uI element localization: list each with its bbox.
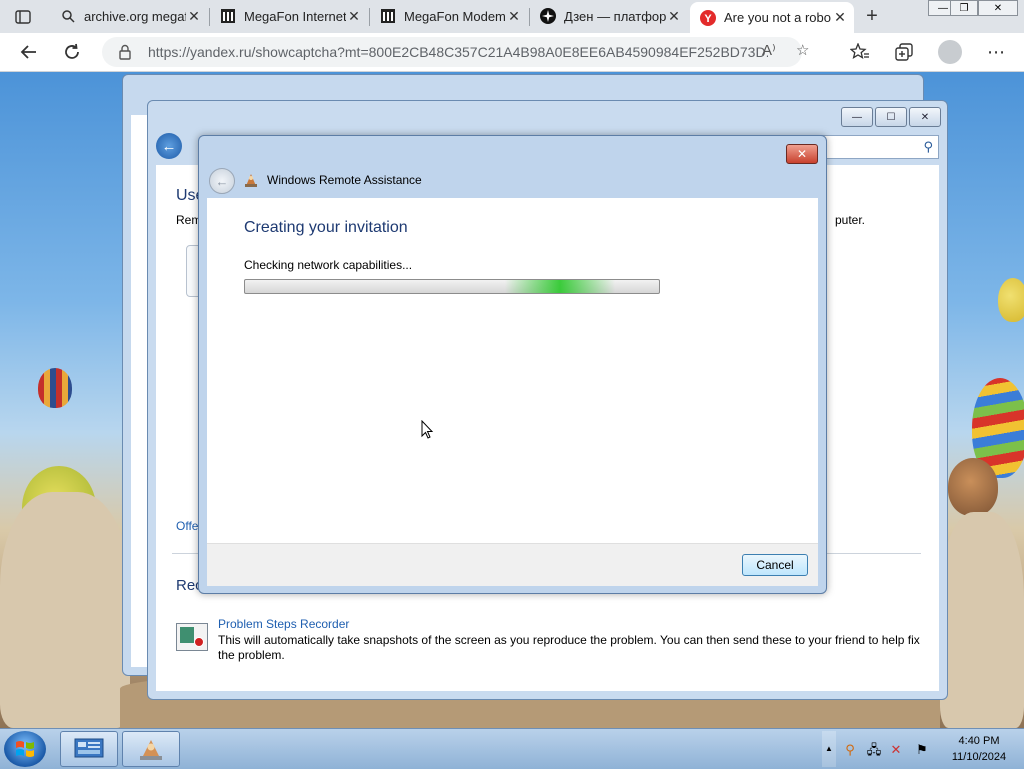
close-tab-icon[interactable]: ✕ (186, 8, 202, 25)
remote-assistance-icon (243, 172, 259, 188)
restore-icon[interactable]: ❐ (950, 0, 978, 16)
add-favorite-icon[interactable]: ☆ (796, 41, 809, 59)
search-icon (60, 8, 76, 24)
taskbar-remote-assistance[interactable] (122, 731, 180, 767)
start-button[interactable] (4, 731, 46, 767)
svg-text:Y: Y (704, 13, 712, 25)
volume-muted-icon[interactable]: ✕ (888, 742, 904, 758)
dialog-heading: Creating your invitation (244, 219, 408, 236)
maximize-icon[interactable]: ☐ (875, 107, 907, 127)
search-icon[interactable]: ⚲ (923, 139, 933, 155)
clock-date: 11/10/2024 (951, 751, 1007, 763)
minimize-icon[interactable]: — (841, 107, 873, 127)
close-tab-icon[interactable]: ✕ (346, 8, 362, 25)
rock-formation (940, 512, 1024, 728)
address-bar[interactable]: https://yandex.ru/showcaptcha?mt=800E2CB… (102, 37, 809, 67)
problem-steps-recorder-link[interactable]: Problem Steps Recorder (218, 617, 349, 631)
balloon-image (998, 278, 1024, 322)
mouse-cursor-icon (421, 420, 434, 439)
record-dot (194, 637, 204, 647)
tab-label: MegaFon Internet (244, 8, 346, 24)
new-tab-button[interactable]: + (860, 4, 884, 28)
taskbar-control-panel[interactable] (60, 731, 118, 767)
tab-megafon-internet[interactable]: MegaFon Internet ✕ (210, 2, 368, 30)
window-controls: — ☐ ✕ (841, 107, 941, 127)
back-arrow-icon[interactable]: ← (156, 133, 182, 159)
tab-actions-icon[interactable] (10, 6, 36, 28)
action-center-flag-icon[interactable]: ⚑ (914, 742, 930, 758)
tab-archive-search[interactable]: archive.org megafo ✕ (50, 2, 208, 30)
scroll-up-icon[interactable]: ▲ (822, 731, 836, 767)
dzen-icon (540, 8, 556, 24)
system-tray: ▲ ⚲ 🖧 ✕ ⚑ 4:40 PM 11/10/2024 (822, 731, 1022, 767)
close-window-icon[interactable]: ✕ (978, 0, 1018, 16)
progress-marquee (505, 280, 615, 293)
search-icon[interactable]: ⚲ (842, 742, 858, 758)
dialog-body: Creating your invitation Checking networ… (207, 198, 818, 586)
refresh-icon[interactable] (58, 38, 86, 66)
archive-icon (220, 8, 236, 24)
system-clock[interactable]: 4:40 PM 11/10/2024 (944, 733, 1014, 765)
collections-icon[interactable] (890, 38, 918, 66)
profile-avatar[interactable] (938, 40, 962, 64)
read-aloud-icon[interactable]: A⁾ (762, 41, 776, 59)
close-tab-icon[interactable]: ✕ (666, 8, 682, 25)
windows-logo-icon (16, 741, 34, 757)
tab-label: archive.org megafo (84, 8, 186, 24)
browser-toolbar: https://yandex.ru/showcaptcha?mt=800E2CB… (0, 33, 1024, 72)
control-panel-icon (74, 738, 104, 758)
taskbar: ▲ ⚲ 🖧 ✕ ⚑ 4:40 PM 11/10/2024 (0, 728, 1024, 769)
lock-icon[interactable] (118, 44, 132, 60)
balloon-image (948, 458, 998, 516)
favorites-icon[interactable] (846, 38, 874, 66)
archive-icon (380, 8, 396, 24)
status-text: Checking network capabilities... (244, 258, 413, 272)
dialog-title: Windows Remote Assistance (267, 173, 422, 187)
rock-formation (0, 492, 130, 728)
back-arrow-icon[interactable]: ← (209, 168, 235, 194)
browser-tab-bar: archive.org megafo ✕ MegaFon Internet ✕ … (0, 0, 1024, 33)
close-icon[interactable]: ✕ (786, 144, 818, 164)
steps-recorder-icon[interactable] (176, 623, 208, 651)
dialog-footer: Cancel (207, 543, 818, 586)
remote-assistance-icon (140, 740, 162, 760)
problem-steps-recorder-description: This will automatically take snapshots o… (218, 633, 920, 662)
remote-assistance-dialog: ✕ ← Windows Remote Assistance Creating y… (198, 135, 827, 594)
url-text[interactable]: https://yandex.ru/showcaptcha?mt=800E2CB… (148, 44, 768, 60)
close-tab-icon[interactable]: ✕ (506, 8, 522, 25)
tab-yandex-captcha[interactable]: Y Are you not a robo ✕ (690, 2, 854, 33)
offer-help-link[interactable]: Offe (176, 519, 198, 533)
screen-glyph (180, 627, 194, 643)
more-options-icon[interactable]: ⋯ (982, 38, 1010, 66)
tab-label: Дзен — платформ (564, 8, 666, 24)
close-tab-icon[interactable]: ✕ (832, 9, 848, 26)
close-icon[interactable]: ✕ (909, 107, 941, 127)
tab-label: Are you not a robo (724, 10, 831, 25)
back-arrow-icon[interactable] (14, 38, 42, 66)
network-icon[interactable]: 🖧 (866, 742, 882, 758)
clock-time: 4:40 PM (958, 735, 1000, 747)
progress-bar (244, 279, 660, 294)
balloon-image (38, 368, 72, 408)
tab-dzen[interactable]: Дзен — платформ ✕ (530, 2, 688, 30)
tab-megafon-modem[interactable]: MegaFon Modem ✕ (370, 2, 528, 30)
tab-label: MegaFon Modem (404, 8, 506, 24)
yandex-icon: Y (700, 9, 716, 26)
help-subtext-end: puter. (834, 213, 865, 227)
cancel-button[interactable]: Cancel (742, 554, 808, 576)
